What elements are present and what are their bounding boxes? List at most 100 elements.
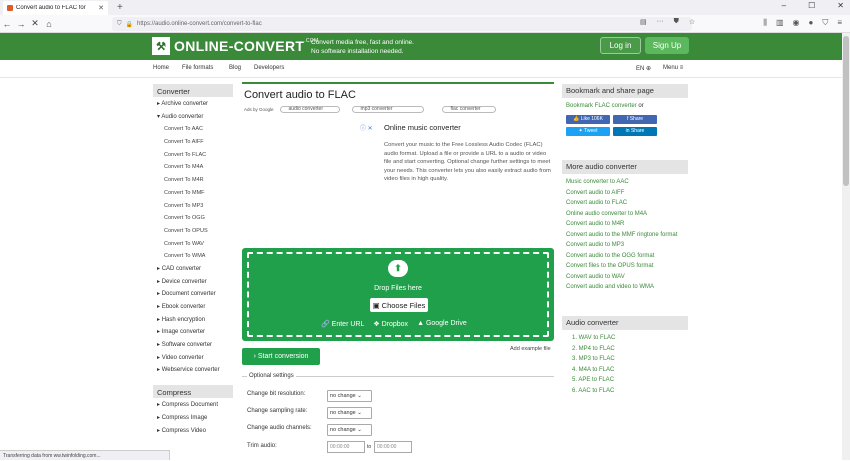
sidebar-subitem[interactable]: Convert To FLAC (153, 149, 233, 162)
sampling-rate-select[interactable]: no change ⌄ (327, 407, 372, 419)
menu-button[interactable]: Menu ≡ (663, 65, 683, 71)
new-tab-icon[interactable]: + (117, 2, 123, 13)
menu-file-formats[interactable]: File formats (182, 65, 213, 71)
home-icon[interactable]: ⌂ (42, 19, 56, 29)
dropbox-link[interactable]: ❖ Dropbox (373, 320, 408, 328)
more-icon[interactable]: ··· (657, 18, 664, 26)
search-pill-mp3[interactable]: mp3 converter (351, 106, 424, 113)
choose-files-button[interactable]: ▣ Choose Files (370, 298, 428, 312)
more-audio-link[interactable]: Convert audio to M4R (562, 219, 688, 230)
sidebar-item[interactable]: ▸ Device converter (153, 276, 233, 289)
sidebar-item-label: Video converter (161, 354, 204, 361)
menu-blog[interactable]: Blog (229, 65, 241, 71)
more-audio-link[interactable]: Convert files to the OPUS format (562, 261, 688, 272)
hamburger-icon[interactable]: ≡ (837, 18, 842, 28)
sidebar-subitem[interactable]: Convert To M4R (153, 174, 233, 187)
lock-icon[interactable]: 🔒 (126, 21, 133, 28)
start-conversion-button[interactable]: › Start conversion (242, 348, 320, 365)
sidebar-item[interactable]: ▸ Hash encryption (153, 314, 233, 327)
address-bar[interactable]: ⛉ 🔒 https://audio.online-convert.com/con… (112, 17, 692, 31)
audio-converter-link[interactable]: 4. M4A to FLAC (562, 365, 688, 376)
audio-converter-link[interactable]: 1. WAV to FLAC (562, 333, 688, 344)
sidebar-icon[interactable]: ▥ (776, 18, 784, 28)
sidebar-item[interactable]: ▸ Ebook converter (153, 301, 233, 314)
ad-title[interactable]: Online music converter (384, 123, 554, 132)
sidebar-subitem[interactable]: Convert To AIFF (153, 136, 233, 149)
audio-converter-link[interactable]: 3. MP3 to FLAC (562, 354, 688, 365)
library-icon[interactable]: ⫼ (763, 18, 767, 28)
sidebar-subitem[interactable]: Convert To M4A (153, 161, 233, 174)
reader-icon[interactable]: ▤ (640, 18, 647, 26)
menu-home[interactable]: Home (153, 65, 169, 71)
sidebar-subitem[interactable]: Convert To MP3 (153, 200, 233, 213)
facebook-share-button[interactable]: f Share (613, 114, 657, 124)
menu-developers[interactable]: Developers (254, 65, 284, 71)
browser-tab[interactable]: Convert audio to FLAC for ✕ (3, 1, 108, 15)
signup-button[interactable]: Sign Up (645, 37, 689, 54)
more-audio-link[interactable]: Convert audio to WAV (562, 272, 688, 283)
back-icon[interactable]: ← (0, 19, 14, 29)
add-example-link[interactable]: Add example file (510, 346, 551, 352)
linkedin-share-button[interactable]: in Share (613, 126, 657, 136)
url-text[interactable]: https://audio.online-convert.com/convert… (137, 21, 262, 27)
ad-block[interactable]: Online music converter Convert your musi… (384, 123, 554, 184)
sidebar-item[interactable]: ▸ Video converter (153, 352, 233, 365)
sidebar-item[interactable]: ▸ Software converter (153, 339, 233, 352)
more-audio-link[interactable]: Convert audio to the OGG format (562, 251, 688, 262)
maximize-icon[interactable]: ☐ (808, 1, 815, 10)
compress-item[interactable]: ▸ Compress Video (153, 425, 233, 438)
facebook-like-button[interactable]: 👍 Like 106K (566, 114, 610, 124)
audio-converter-link[interactable]: 5. APE to FLAC (562, 375, 688, 386)
audio-converter-link[interactable]: 2. MP4 to FLAC (562, 344, 688, 355)
minimize-icon[interactable]: – (782, 1, 786, 10)
enter-url-link[interactable]: 🔗 Enter URL (321, 320, 364, 328)
more-audio-link[interactable]: Convert audio to FLAC (562, 198, 688, 209)
compress-item[interactable]: ▸ Compress Image (153, 412, 233, 425)
close-window-icon[interactable]: ✕ (837, 1, 844, 10)
sidebar-subitem[interactable]: Convert To OPUS (153, 225, 233, 238)
login-button[interactable]: Log in (600, 37, 641, 54)
sidebar-subitem[interactable]: Convert To MMF (153, 187, 233, 200)
ad-choices-icon[interactable]: ⓘ ✕ (360, 123, 373, 132)
sidebar-item[interactable]: ▸ CAD converter (153, 263, 233, 276)
account-icon[interactable]: ◉ (793, 18, 800, 28)
bit-resolution-select[interactable]: no change ⌄ (327, 390, 372, 402)
extension-icon[interactable]: ● (808, 18, 813, 28)
sidebar-item[interactable]: ▸ Webservice converter (153, 364, 233, 377)
facebook-icon: f (626, 116, 629, 122)
sidebar-item-archive[interactable]: ▸ Archive converter (153, 98, 233, 111)
scrollbar-thumb[interactable] (843, 36, 849, 186)
more-audio-link[interactable]: Convert audio to MP3 (562, 240, 688, 251)
shield-icon[interactable]: ⛉ (117, 21, 122, 28)
more-audio-link[interactable]: Convert audio to the MMF ringtone format (562, 230, 688, 241)
bookmark-star-icon[interactable]: ☆ (689, 18, 695, 26)
sidebar-subitem[interactable]: Convert To AAC (153, 123, 233, 136)
forward-icon[interactable]: → (14, 19, 28, 29)
sidebar-item-audio[interactable]: ▾ Audio converter (153, 111, 233, 124)
compress-item[interactable]: ▸ Compress Document (153, 399, 233, 412)
sidebar-item[interactable]: ▸ Image converter (153, 326, 233, 339)
sidebar-subitem[interactable]: Convert To OGG (153, 212, 233, 225)
pocket-icon[interactable]: ⛊ (674, 18, 679, 26)
audio-channels-select[interactable]: no change ⌄ (327, 424, 372, 436)
stop-icon[interactable]: ✕ (28, 18, 42, 29)
sidebar-item[interactable]: ▸ Document converter (153, 288, 233, 301)
shield-ext-icon[interactable]: ⛉ (822, 18, 828, 28)
more-audio-link[interactable]: Online audio converter to M4A (562, 209, 688, 220)
trim-end-input[interactable]: 00:00:00 (374, 441, 412, 453)
more-audio-link[interactable]: Convert audio to AIFF (562, 188, 688, 199)
close-tab-icon[interactable]: ✕ (98, 4, 104, 12)
more-audio-link[interactable]: Convert audio and video to WMA (562, 282, 688, 293)
logo[interactable]: ⚒ ONLINE-CONVERT.COM (152, 37, 318, 55)
trim-start-input[interactable]: 00:00:00 (327, 441, 365, 453)
audio-converter-link[interactable]: 6. AAC to FLAC (562, 386, 688, 397)
google-drive-link[interactable]: ▲ Google Drive (417, 320, 467, 328)
search-pill-flac[interactable]: flac converter (441, 106, 496, 113)
language-selector[interactable]: EN ⊕ (636, 65, 651, 72)
bookmark-link[interactable]: Bookmark FLAC converter (566, 103, 637, 109)
sidebar-subitem[interactable]: Convert To WAV (153, 238, 233, 251)
more-audio-link[interactable]: Music converter to AAC (562, 177, 688, 188)
sidebar-subitem[interactable]: Convert To WMA (153, 250, 233, 263)
search-pill-audio[interactable]: audio converter (279, 106, 340, 113)
tweet-button[interactable]: ✦ Tweet (566, 126, 610, 136)
